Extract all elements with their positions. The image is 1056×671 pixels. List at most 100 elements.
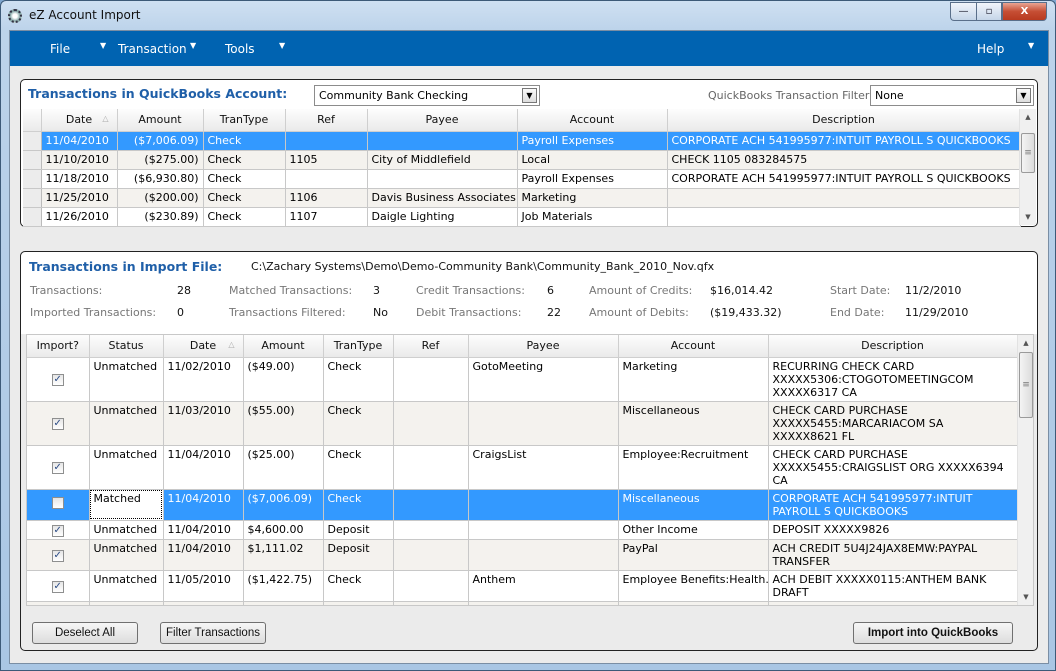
cell-account[interactable]: PayPal — [618, 539, 769, 571]
cell-ref[interactable]: 1105 — [285, 150, 368, 170]
cell-status[interactable]: Unmatched — [89, 601, 164, 605]
row-header[interactable] — [23, 150, 42, 170]
cell-payee[interactable] — [367, 131, 518, 151]
cell-account[interactable]: Employee Benefits:Health... — [618, 570, 769, 602]
cell-date[interactable]: 11/04/2010 — [41, 131, 118, 151]
row-header[interactable] — [23, 207, 42, 227]
dropdown-arrow-icon[interactable]: ▼ — [522, 88, 537, 103]
table-row[interactable]: ✓ Unmatched 11/02/2010 ($49.00) Check GotoMee… — [27, 357, 1018, 402]
menu-transaction-dropdown-icon[interactable]: ▼ — [190, 41, 196, 50]
column-header-ref[interactable]: Ref — [393, 335, 469, 358]
cell-amount[interactable]: $4,600.00 — [243, 520, 324, 540]
cell-ref[interactable] — [393, 520, 469, 540]
column-header-account[interactable]: Account — [517, 109, 668, 132]
cell-status[interactable]: Unmatched — [89, 570, 164, 602]
table-row[interactable]: 11/25/2010 ($200.00) Check 1106 Davis Busine… — [23, 188, 1021, 208]
menu-tools[interactable]: Tools — [225, 42, 255, 56]
scroll-thumb[interactable]: ≡ — [1021, 133, 1035, 173]
table-row[interactable]: ✓ Unmatched 11/04/2010 ($25.00) Check CraigsL… — [27, 445, 1018, 490]
cell-ref[interactable] — [393, 539, 469, 571]
scroll-thumb[interactable]: ≡ — [1019, 352, 1033, 418]
cell-ref[interactable]: 1087 — [393, 601, 469, 605]
cell-account[interactable]: Miscellaneous — [618, 601, 769, 605]
cell-trantype[interactable]: Deposit — [323, 520, 394, 540]
cell-account[interactable]: Marketing — [618, 357, 769, 402]
cell-description[interactable]: DEPOSIT XXXXX9826 — [768, 520, 1018, 540]
import-into-quickbooks-button[interactable]: Import into QuickBooks — [853, 622, 1013, 644]
close-button[interactable]: X — [1002, 2, 1047, 21]
cell-date[interactable]: 11/02/2010 — [163, 357, 244, 402]
cell-payee[interactable] — [468, 489, 619, 521]
cell-account[interactable]: Marketing — [517, 188, 668, 208]
cell-description[interactable]: CORPORATE ACH 541995977:INTUIT PAYROLL S… — [768, 489, 1018, 521]
cell-ref[interactable]: 1107 — [285, 207, 368, 227]
cell-status[interactable]: Unmatched — [89, 445, 164, 490]
cell-account[interactable]: Job Materials — [517, 207, 668, 227]
scroll-up-icon[interactable]: ▲ — [1018, 335, 1033, 351]
cell-account[interactable]: Payroll Expenses — [517, 131, 668, 151]
import-checkbox-checked[interactable]: ✓ — [51, 374, 64, 386]
cell-trantype[interactable]: Check — [323, 601, 394, 605]
table-row[interactable]: ✓ Unmatched11/05/2010($1,960.00)Check1087… — [27, 601, 1018, 607]
filter-transactions-button[interactable]: Filter Transactions — [160, 622, 266, 644]
import-checkbox-checked[interactable]: ✓ — [51, 580, 64, 593]
column-header-date[interactable]: Date △ — [163, 335, 244, 358]
cell-date[interactable]: 11/04/2010 — [163, 445, 244, 490]
row-header[interactable] — [23, 169, 42, 189]
cell-amount[interactable]: ($7,006.09) — [243, 489, 324, 521]
import-checkbox-checked[interactable]: ✓ — [52, 606, 64, 607]
cell-amount[interactable]: ($55.00) — [243, 401, 324, 446]
cell-payee[interactable] — [468, 520, 619, 540]
row-header[interactable] — [23, 188, 42, 208]
table-row[interactable]: 11/18/2010 ($6,930.80) Check Payroll Expens… — [23, 169, 1021, 189]
cell-payee[interactable]: GotoMeeting — [468, 357, 619, 402]
column-header-account[interactable]: Account — [618, 335, 769, 358]
cell-ref[interactable] — [393, 570, 469, 602]
cell-description[interactable]: RECURRING CHECK CARD XXXXX5306:CTOGOTOME… — [768, 357, 1018, 402]
scroll-down-icon[interactable]: ▼ — [1018, 589, 1033, 605]
cell-ref[interactable] — [285, 169, 368, 189]
row-header[interactable] — [23, 131, 42, 151]
cell-payee[interactable] — [367, 169, 518, 189]
table-row[interactable]: ✓ Unmatched 11/04/2010 $1,111.02 Deposit PayP… — [27, 539, 1018, 571]
cell-amount[interactable]: ($1,422.75) — [243, 570, 324, 602]
cell-amount[interactable]: ($275.00) — [117, 150, 204, 170]
menu-tools-dropdown-icon[interactable]: ▼ — [279, 41, 285, 50]
table-row[interactable]: ✓ Unmatched 11/05/2010 ($1,422.75) Check Anth… — [27, 570, 1018, 602]
account-select[interactable]: Community Bank Checking ▼ — [314, 85, 540, 106]
cell-payee[interactable] — [468, 539, 619, 571]
column-header-amount[interactable]: Amount — [243, 335, 324, 358]
cell-account[interactable]: Other Income — [618, 520, 769, 540]
cell-payee[interactable] — [468, 601, 619, 605]
cell-date[interactable]: 11/04/2010 — [163, 489, 244, 521]
scroll-down-icon[interactable]: ▼ — [1020, 209, 1036, 225]
menu-help[interactable]: Help — [977, 42, 1004, 56]
cell-status[interactable]: Unmatched — [89, 357, 164, 402]
column-header-trantype[interactable]: TranType — [203, 109, 286, 132]
menu-transaction[interactable]: Transaction — [118, 42, 187, 56]
cell-payee[interactable]: City of Middlefield — [367, 150, 518, 170]
cell-status[interactable]: Matched — [89, 489, 164, 521]
cell-description[interactable]: CORPORATE ACH 541995977:INTUIT PAYROLL S… — [667, 169, 1021, 189]
cell-trantype[interactable]: Check — [203, 207, 286, 227]
cell-account[interactable]: Payroll Expenses — [517, 169, 668, 189]
dropdown-arrow-icon[interactable]: ▼ — [1016, 88, 1031, 103]
cell-account[interactable]: Miscellaneous — [618, 401, 769, 446]
cell-description[interactable]: CHECK 1087 086404608 — [768, 601, 1018, 605]
cell-amount[interactable]: ($200.00) — [117, 188, 204, 208]
cell-date[interactable]: 11/03/2010 — [163, 401, 244, 446]
scroll-up-icon[interactable]: ▲ — [1020, 109, 1036, 125]
cell-date[interactable]: 11/04/2010 — [163, 520, 244, 540]
cell-date[interactable]: 11/05/2010 — [163, 570, 244, 602]
cell-trantype[interactable]: Check — [203, 169, 286, 189]
column-header-payee[interactable]: Payee — [468, 335, 619, 358]
cell-description[interactable] — [667, 207, 1021, 227]
cell-status[interactable]: Unmatched — [89, 520, 164, 540]
cell-description[interactable]: ACH DEBIT XXXXX0115:ANTHEM BANK DRAFT — [768, 570, 1018, 602]
cell-ref[interactable] — [393, 401, 469, 446]
minimize-button[interactable]: — — [950, 2, 976, 21]
column-header-ref[interactable]: Ref — [285, 109, 368, 132]
cell-trantype[interactable]: Check — [323, 570, 394, 602]
deselect-all-button[interactable]: Deselect All — [32, 622, 138, 644]
cell-trantype[interactable]: Check — [203, 131, 286, 151]
